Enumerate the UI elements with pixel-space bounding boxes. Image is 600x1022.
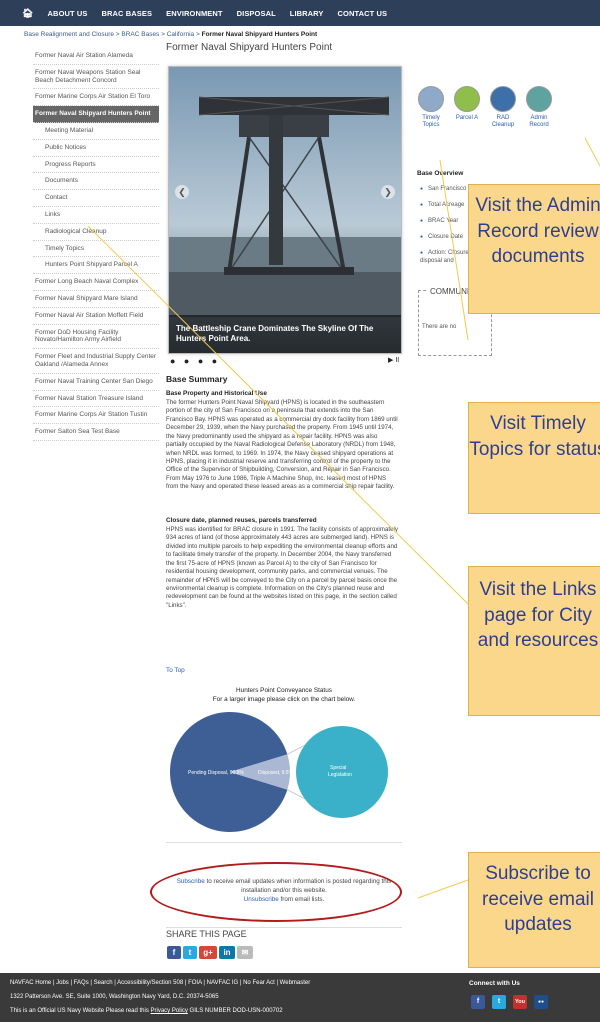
facebook-icon[interactable]: f xyxy=(471,995,485,1009)
twitter-icon[interactable]: t xyxy=(492,995,506,1009)
footer-address: 1322 Patterson Ave. SE, Suite 1000, Wash… xyxy=(10,994,219,1000)
connect-heading: Connect with Us xyxy=(469,980,520,987)
footer-official-text: This is an Official US Navy Website Plea… xyxy=(10,1008,151,1014)
footer-official: This is an Official US Navy Website Plea… xyxy=(10,1008,283,1014)
social-icons: f t You ●● xyxy=(471,995,548,1009)
callout-timely-topics: Visit Timely Topics for status xyxy=(468,402,600,514)
callout-admin-record: Visit the Admin Record review documents xyxy=(468,184,600,314)
callout-links: Visit the Links page for City and resour… xyxy=(468,566,600,716)
flickr-icon[interactable]: ●● xyxy=(534,995,548,1009)
footer-links[interactable]: NAVFAC Home | Jobs | FAQs | Search | Acc… xyxy=(10,980,310,986)
privacy-policy-link[interactable]: Privacy Policy xyxy=(151,1008,188,1014)
gils-number: GILS NUMBER DOD-USN-000702 xyxy=(187,1008,283,1014)
youtube-icon[interactable]: You xyxy=(513,995,527,1009)
callout-subscribe: Subscribe to receive email updates xyxy=(468,852,600,968)
